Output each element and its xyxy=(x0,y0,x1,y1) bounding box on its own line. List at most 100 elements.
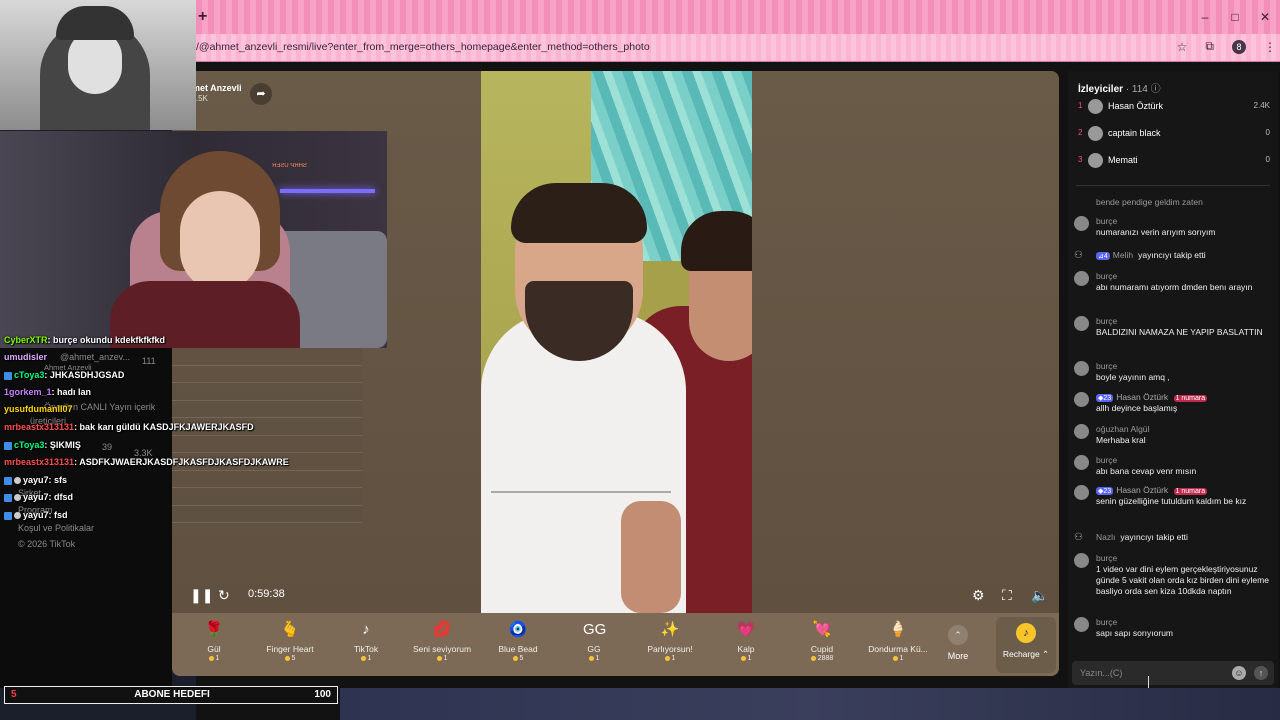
gift-item[interactable]: 💋 Seni seviyorum 1 xyxy=(404,617,480,675)
overlay-chat-user: yusufdumanll07 xyxy=(4,404,73,414)
chat-username[interactable]: burçe xyxy=(1096,617,1117,627)
live-video[interactable] xyxy=(481,71,752,613)
overlay-chat-user: mrbeastx313131 xyxy=(4,457,75,467)
gift-icon: 🧿 xyxy=(508,621,528,638)
person-icon: ⚇ xyxy=(1074,250,1083,261)
gift-name: Finger Heart xyxy=(266,644,314,654)
gift-item[interactable]: ♪ TikTok 1 xyxy=(328,617,404,675)
browser-menu-icon[interactable]: ⋮ xyxy=(1264,40,1276,54)
avatar[interactable] xyxy=(1074,485,1089,500)
ghost-row xyxy=(172,436,362,453)
chat-username[interactable]: burçe xyxy=(1096,553,1117,563)
chat-username[interactable]: burçe xyxy=(1096,216,1117,226)
gift-icon: 💋 xyxy=(432,621,452,638)
top-viewer-row[interactable]: 3 Memati 0 xyxy=(1076,150,1270,172)
pause-icon[interactable]: ❚❚ xyxy=(190,587,213,604)
chat-username[interactable]: burçe xyxy=(1096,271,1117,281)
volume-icon[interactable]: 🔈 xyxy=(1031,587,1048,604)
chat-text: sapı sapı sorıyıorum xyxy=(1096,628,1174,638)
profile-avatar[interactable]: 8 xyxy=(1232,39,1246,54)
overlay-chat-user: umudisler xyxy=(4,352,48,362)
avatar[interactable] xyxy=(1074,361,1089,376)
avatar[interactable] xyxy=(1074,392,1089,407)
gift-more-button[interactable]: ⌃ More xyxy=(940,625,976,661)
ghost-row xyxy=(172,366,362,383)
chat-username[interactable]: burçe xyxy=(1096,455,1117,465)
chat-username[interactable]: Hasan Öztürk xyxy=(1116,485,1168,495)
chat-username-line: ◆23 Hasan Öztürk 1 numara xyxy=(1096,485,1210,495)
chat-username[interactable]: Nazlı xyxy=(1096,532,1115,542)
gift-icon: 💘 xyxy=(812,621,832,638)
gift-item[interactable]: 🍦 Dondurma Kü... 1 xyxy=(860,617,936,675)
fullscreen-icon[interactable]: ⛶ xyxy=(1002,587,1012,604)
top-viewer-row[interactable]: 1 Hasan Öztürk 2.4K xyxy=(1076,96,1270,118)
chat-list[interactable]: bende pendige geldim zaten burçe numaran… xyxy=(1068,195,1278,655)
chat-username[interactable]: oğuzhan Algül xyxy=(1096,424,1149,434)
gift-icon: ✨ xyxy=(660,621,680,638)
gift-item[interactable]: ✨ Parlıyorsun! 1 xyxy=(632,617,708,675)
gift-item[interactable]: 💘 Cupid 2888 xyxy=(784,617,860,675)
avatar[interactable] xyxy=(1074,553,1089,568)
gift-item[interactable]: GG GG 1 xyxy=(556,617,632,675)
avatar[interactable] xyxy=(1074,455,1089,470)
chat-username[interactable]: burçe xyxy=(1096,316,1117,326)
new-tab-button[interactable]: + xyxy=(198,8,207,26)
overlay-chat-text: : JHKASDHJGSAD xyxy=(44,370,125,380)
extensions-icon[interactable]: ⧉ xyxy=(1205,39,1214,54)
chat-username[interactable]: Hasan Öztürk xyxy=(1116,392,1168,402)
ghost-copyright: © 2026 TikTok xyxy=(18,539,76,549)
viewer-name: Hasan Öztürk xyxy=(1108,101,1164,111)
video-man-hair xyxy=(511,183,647,243)
avatar[interactable] xyxy=(1074,424,1089,439)
gift-item[interactable]: 🧿 Blue Bead 5 xyxy=(480,617,556,675)
gift-price: 5 xyxy=(252,655,328,662)
gift-icon: 🍦 xyxy=(888,621,908,638)
recharge-button[interactable]: ♪ Recharge ⌃ xyxy=(996,617,1056,673)
viewers-count: · 114 ⓘ xyxy=(1125,84,1161,95)
chat-username[interactable]: burçe xyxy=(1096,361,1117,371)
chat-username[interactable]: Melih xyxy=(1113,250,1133,260)
gift-item[interactable]: 💗 Kalp 1 xyxy=(708,617,784,675)
chat-text: 1 video var dini eylem gerçekleştiriyosu… xyxy=(1096,564,1269,596)
gift-icon: ♪ xyxy=(362,621,370,638)
webcam-neon-sign: SHRP USER xyxy=(272,163,307,169)
avatar[interactable] xyxy=(1074,271,1089,286)
overlay-chat-line: 1gorkem_1: hadı lan xyxy=(4,387,91,397)
star-bookmark-icon[interactable]: ☆ xyxy=(1177,40,1188,54)
send-icon[interactable]: ↑ xyxy=(1254,666,1268,680)
gift-icon: 🫰 xyxy=(280,621,300,638)
share-icon[interactable]: ➦ xyxy=(250,83,272,105)
avatar xyxy=(1088,153,1103,168)
url-field[interactable]: /@ahmet_anzevli_resmi/live?enter_from_me… xyxy=(196,41,650,53)
refresh-icon[interactable]: ↻ xyxy=(218,587,230,604)
overlay-chat-line: yayu7: fsd xyxy=(4,510,68,520)
viewers-header[interactable]: İzleyiciler · 114 ⓘ xyxy=(1078,80,1161,95)
gift-item[interactable]: 🌹 Gül 1 xyxy=(176,617,252,675)
coin-icon xyxy=(512,655,518,661)
avatar[interactable] xyxy=(1074,617,1089,632)
minimize-button[interactable]: – xyxy=(1190,0,1220,34)
ghost-num: 39 xyxy=(102,442,113,452)
gift-icon: 💗 xyxy=(736,621,756,638)
overlay-chat-text: : ASDFKJWAERJKASDFJKASFDJKASFDJKAWRE xyxy=(74,457,289,467)
gift-name: Gül xyxy=(207,644,221,654)
overlay-chat-line: umudisler xyxy=(4,352,47,362)
level-badge: ◆23 xyxy=(1096,487,1114,495)
avatar[interactable] xyxy=(1074,316,1089,331)
overlay-chat-line: CyberXTR: burçe okundu kdekfkfkfkd xyxy=(4,335,165,345)
close-window-button[interactable]: ✕ xyxy=(1250,0,1280,34)
top-viewer-row[interactable]: 2 captain black 0 xyxy=(1076,123,1270,145)
gift-name: TikTok xyxy=(353,644,379,654)
sub-goal-bar: 5 ABONE HEDEFI 100 xyxy=(4,686,338,704)
coin-icon xyxy=(740,655,746,661)
settings-icon[interactable]: ⚙ xyxy=(972,587,985,604)
emoji-icon[interactable]: ☺ xyxy=(1232,666,1246,680)
ghost-row xyxy=(172,401,362,418)
badge-icon xyxy=(14,494,21,502)
chat-username-line: ◆23 Hasan Öztürk 1 numara xyxy=(1096,392,1210,402)
avatar[interactable] xyxy=(1074,216,1089,231)
maximize-button[interactable]: □ xyxy=(1220,0,1250,34)
overlay-chat-text: : hadı lan xyxy=(51,387,92,397)
coin-icon xyxy=(360,655,366,661)
gift-item[interactable]: 🫰 Finger Heart 5 xyxy=(252,617,328,675)
